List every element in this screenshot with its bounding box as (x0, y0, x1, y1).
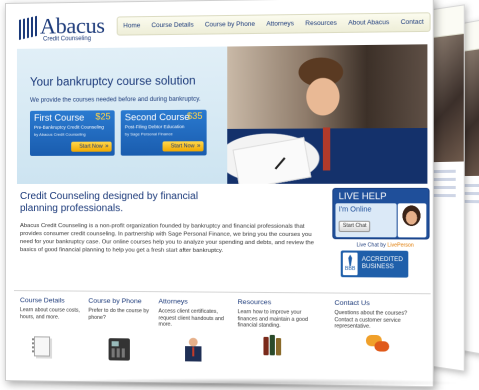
course-provider: by Sage Personal Finance (125, 131, 173, 136)
start-chat-button[interactable]: Start Chat (339, 221, 371, 232)
bbb-line-2: BUSINESS (362, 264, 403, 271)
document-icon (34, 336, 50, 356)
phone-icon (109, 338, 130, 360)
nav-about-abacus[interactable]: About Abacus (348, 19, 389, 27)
second-course-start-button[interactable]: Start Now » (163, 141, 204, 151)
books-icon (263, 333, 284, 356)
screenshot-stage: act act Abacus Credit Counseling Home Co… (0, 0, 479, 390)
live-help-widget: LIVE HELP I'm Online Start Chat (332, 188, 429, 240)
course-price: $35 (187, 111, 202, 121)
course-provider: by Abacus Credit Counseling (34, 132, 86, 137)
course-price: $25 (95, 111, 110, 121)
site-logo[interactable]: Abacus Credit Counseling (19, 16, 130, 48)
live-chat-credit-prefix: Live Chat by (357, 242, 386, 248)
bbb-torch-icon: BBB (343, 253, 358, 276)
nav-attorneys[interactable]: Attorneys (266, 20, 294, 28)
main-nav: Home Course Details Course by Phone Atto… (117, 12, 431, 35)
live-chat-credit[interactable]: Live Chat by LivePerson (357, 242, 414, 248)
nav-course-details[interactable]: Course Details (151, 22, 193, 30)
first-course-card[interactable]: First Course $25 Pre-Bankruptcy Credit C… (30, 110, 115, 156)
attorney-icon (185, 337, 201, 362)
arrow-right-icon: » (105, 142, 108, 152)
hero-title: Your bankruptcy course solution (30, 75, 196, 89)
hero-photo-businessman (227, 44, 427, 184)
feature-title[interactable]: Course Details (20, 297, 88, 305)
logo-tagline: Credit Counseling (43, 36, 91, 43)
nav-resources[interactable]: Resources (305, 20, 337, 28)
start-button-label: Start Now (171, 143, 195, 149)
chat-bubbles-icon (366, 335, 391, 356)
first-course-start-button[interactable]: Start Now » (71, 142, 111, 152)
nav-home[interactable]: Home (123, 22, 140, 29)
bbb-logo-text: BBB (345, 266, 356, 272)
site-header: Abacus Credit Counseling Home Course Det… (6, 0, 433, 48)
arrow-right-icon: » (197, 141, 200, 151)
course-description: Pre-Bankruptcy Credit Counseling (34, 124, 104, 130)
hero-banner: Your bankruptcy course solution We provi… (17, 44, 427, 184)
start-button-label: Start Now (79, 144, 103, 150)
live-help-title: LIVE HELP (339, 191, 387, 201)
course-name: Second Course (125, 112, 190, 122)
section-divider (14, 290, 431, 294)
feature-contact-us[interactable]: Contact Us Questions about the courses? … (334, 300, 423, 331)
abacus-logo-icon (19, 15, 39, 40)
feature-title[interactable]: Contact Us (334, 300, 423, 308)
nav-contact[interactable]: Contact (401, 19, 424, 27)
main-body-text: Abacus Credit Counseling is a non-profit… (20, 223, 323, 256)
feature-description: Learn how to improve your finances and m… (238, 309, 309, 330)
live-help-status: I'm Online (339, 206, 372, 213)
feature-title[interactable]: Resources (238, 299, 309, 307)
support-agent-avatar (398, 203, 427, 237)
feature-resources[interactable]: Resources Learn how to improve your fina… (238, 299, 309, 330)
bbb-text: ACCREDITED BUSINESS (362, 257, 403, 272)
feature-course-by-phone[interactable]: Course by Phone Prefer to do the course … (88, 298, 157, 322)
hero-subtitle: We provide the courses needed before and… (30, 96, 201, 104)
feature-course-details[interactable]: Course Details Learn about course costs,… (20, 297, 88, 321)
live-help-panel: I'm Online Start Chat (335, 203, 396, 237)
feature-description: Questions about the courses? Contact a c… (334, 310, 423, 331)
bbb-accredited-badge[interactable]: BBB ACCREDITED BUSINESS (341, 250, 409, 277)
feature-description: Access client certificates, request clie… (158, 308, 228, 328)
feature-description: Prefer to do the course by phone? (88, 308, 157, 322)
second-course-card[interactable]: Second Course $35 Post-Filing Debtor Edu… (121, 110, 207, 156)
page-shadow (20, 378, 460, 388)
nav-course-by-phone[interactable]: Course by Phone (205, 21, 255, 29)
course-name: First Course (34, 113, 84, 123)
website-page: Abacus Credit Counseling Home Course Det… (5, 0, 434, 387)
liveperson-link[interactable]: LivePerson (387, 242, 414, 248)
course-description: Post-Filing Debtor Education (125, 124, 185, 130)
feature-description: Learn about course costs, hours, and mor… (20, 307, 88, 321)
feature-attorneys[interactable]: Attorneys Access client certificates, re… (158, 298, 228, 329)
feature-title[interactable]: Course by Phone (88, 298, 157, 306)
feature-title[interactable]: Attorneys (158, 298, 228, 306)
main-heading: Credit Counseling designed by financial … (20, 191, 223, 215)
